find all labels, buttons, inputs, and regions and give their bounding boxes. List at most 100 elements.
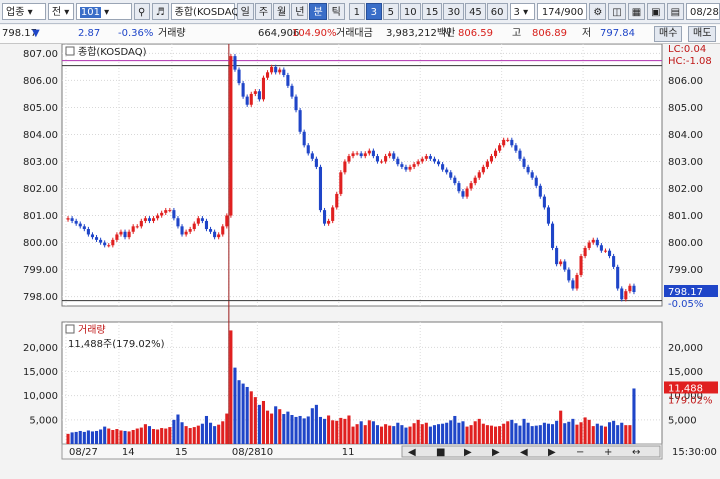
interval-tab-6[interactable]: 45	[465, 3, 486, 20]
sell-button[interactable]: 매도	[688, 26, 717, 42]
candle-body	[595, 239, 599, 246]
candle-body	[404, 166, 408, 170]
interval-tab-3[interactable]: 10	[399, 3, 421, 20]
interval-tab-5[interactable]: 30	[443, 3, 465, 20]
candle-body	[388, 153, 392, 157]
volume-bar	[457, 422, 461, 444]
volume-bar	[290, 415, 294, 444]
sound-icon[interactable]: ♬	[151, 3, 169, 20]
volume-bar	[620, 422, 624, 444]
volume-bar	[534, 425, 538, 444]
candle-body	[94, 237, 99, 240]
candle-body	[156, 215, 160, 219]
candle-body	[164, 210, 168, 213]
volume-bar	[591, 426, 595, 444]
interval-tab-1[interactable]: 3	[365, 3, 382, 20]
candle-body	[571, 280, 575, 289]
volume-bar	[493, 426, 498, 444]
candle-body	[343, 161, 347, 173]
candle-body	[371, 150, 375, 157]
period-tab-4[interactable]: 분	[309, 3, 327, 20]
calendar-icon[interactable]: ▤	[666, 3, 684, 20]
price-panel	[61, 44, 663, 307]
candle-body	[310, 153, 314, 159]
volume-tick-label: 10,000	[23, 391, 58, 402]
volume-bar	[335, 420, 339, 444]
volume-bar	[184, 426, 188, 444]
volume-bar	[583, 417, 587, 444]
stock-chart[interactable]: 807.00 806.00 805.00 804.00 803.00 802.00 801.…	[0, 44, 720, 479]
candle-body	[147, 218, 152, 221]
volume-bar	[514, 423, 518, 444]
volume-bar	[408, 426, 412, 444]
candle-body	[70, 218, 74, 221]
price-right-tick-label: 805.00	[668, 103, 703, 114]
price-tick-label: 799.00	[23, 265, 58, 276]
date-field[interactable]: 08/28	[685, 3, 720, 20]
toolbar: 업종 ▾ 전 ▾ 101 ▾ ⚲ ♬ 종합(KOSDAQ) 일주월년분틱 135…	[0, 0, 720, 24]
period-tab-2[interactable]: 월	[273, 3, 291, 20]
x-date-label: 08/28	[232, 447, 261, 458]
candle-body	[306, 145, 310, 154]
volume-bar	[107, 428, 111, 444]
volume-bar	[111, 429, 115, 444]
volume-bar	[498, 426, 502, 444]
period-tab-3[interactable]: 년	[291, 3, 309, 20]
market-select[interactable]: 업종 ▾	[2, 3, 46, 20]
volume-bar	[616, 425, 620, 444]
scroll-control-icon: +	[604, 447, 612, 458]
code-input[interactable]: 101 ▾	[75, 3, 132, 20]
candle-body	[318, 166, 323, 211]
save-icon[interactable]: ◫	[608, 3, 626, 20]
volume-label: 거래량	[158, 28, 186, 39]
candle-body	[359, 153, 363, 157]
candle-body	[265, 72, 270, 78]
candle-body	[123, 231, 127, 238]
interval-tab-0[interactable]: 1	[348, 3, 365, 20]
candle-body	[143, 218, 147, 221]
candle-body	[335, 193, 339, 208]
lock-icon[interactable]: ▣	[647, 3, 665, 20]
volume-bar	[420, 424, 424, 444]
volume-bar	[306, 416, 310, 444]
volume-readout: 11,488주(179.02%)	[68, 339, 165, 350]
search-icon[interactable]: ⚲	[133, 3, 150, 20]
high-label: 고	[512, 28, 522, 39]
interval-tab-2[interactable]: 5	[382, 3, 399, 20]
volume-bar	[424, 422, 428, 444]
interval-tab-7[interactable]: 60	[486, 3, 508, 20]
candle-body	[90, 234, 95, 238]
candle-body	[436, 161, 441, 165]
candle-body	[103, 242, 107, 246]
scroll-control-icon: −	[576, 447, 584, 458]
period-select[interactable]: 전 ▾	[47, 3, 74, 20]
period-tab-0[interactable]: 일	[236, 3, 254, 20]
value-label: 거래대금	[336, 28, 373, 39]
volume-tick-label: 20,000	[23, 343, 58, 354]
count-field[interactable]: 174/900	[537, 3, 588, 20]
period-tab-5[interactable]: 틱	[327, 3, 345, 20]
candle-body	[86, 229, 90, 235]
period-tab-1[interactable]: 주	[254, 3, 273, 20]
volume-bar	[510, 419, 514, 444]
volume-bar	[327, 415, 331, 444]
settings-icon[interactable]: ⚙	[589, 3, 607, 20]
candle-body	[587, 242, 591, 248]
candle-body	[546, 207, 551, 224]
volume-right-tick-label: 5,000	[668, 415, 697, 426]
volume-bar	[624, 425, 628, 444]
volume-bar	[367, 420, 371, 444]
candle-body	[628, 285, 632, 292]
candle-body	[432, 158, 437, 162]
volume-bar	[473, 421, 477, 444]
volume-bar	[204, 415, 209, 444]
interval-tab-4[interactable]: 15	[421, 3, 443, 20]
grid-icon[interactable]: ▦	[627, 3, 646, 20]
volume-bar	[314, 404, 318, 444]
volume-bar	[274, 406, 278, 444]
buy-button[interactable]: 매수	[654, 26, 683, 42]
candle-body	[367, 150, 371, 154]
volume-bar	[147, 426, 152, 444]
volume-bar	[245, 386, 249, 444]
interval-select[interactable]: 3 ▾	[509, 3, 536, 20]
